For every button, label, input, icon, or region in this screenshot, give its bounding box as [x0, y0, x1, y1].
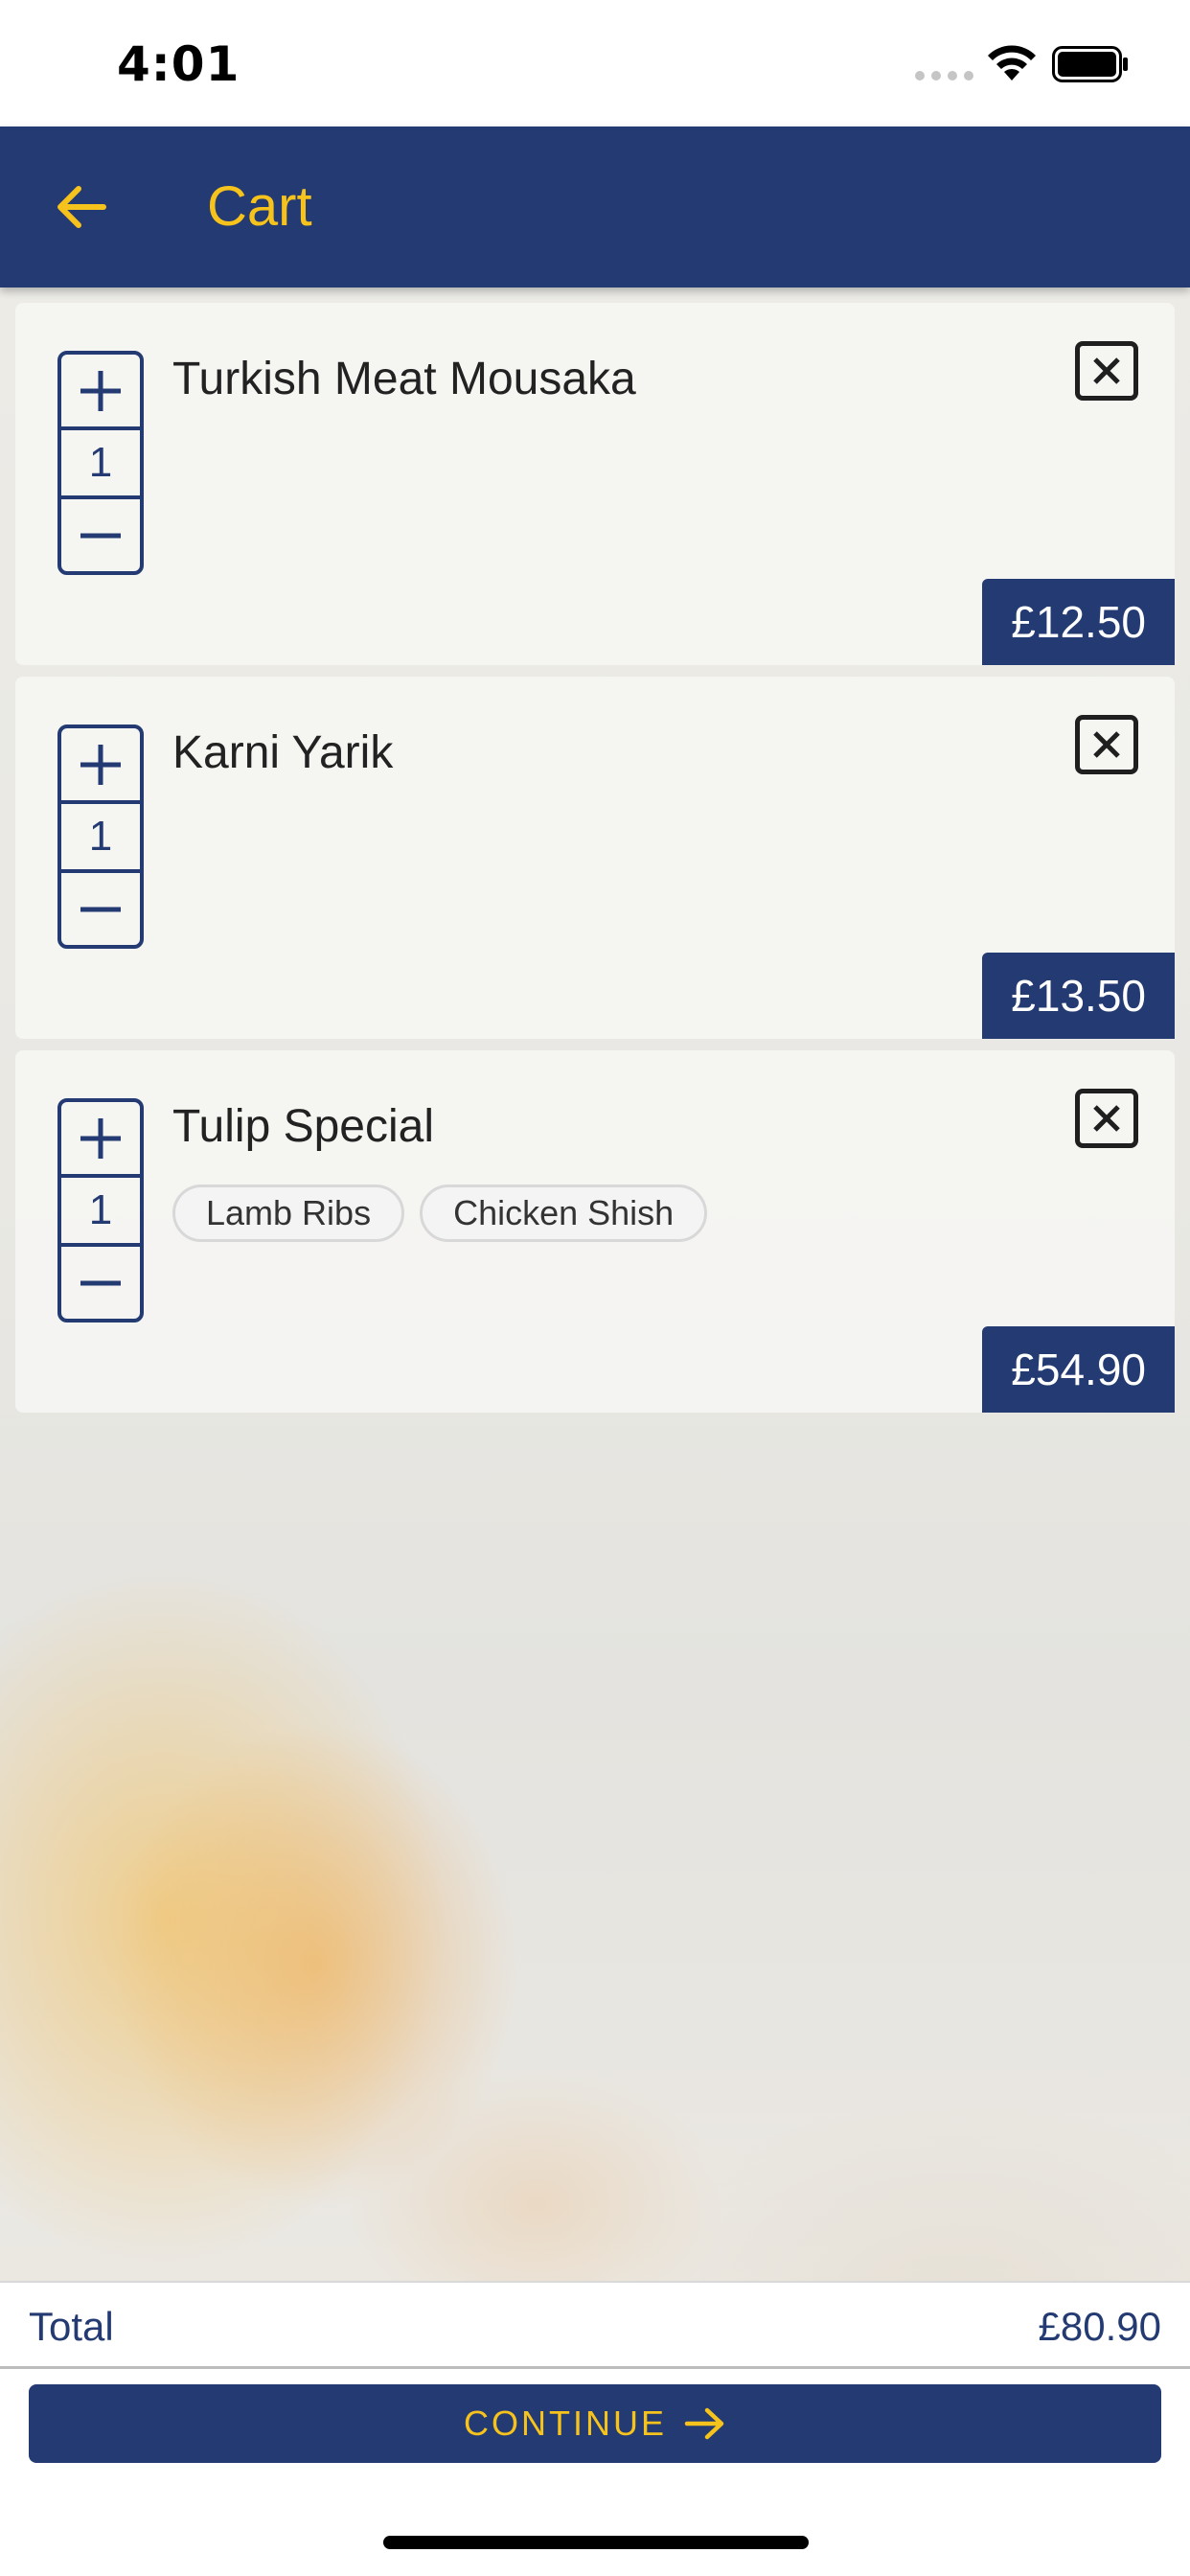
close-icon: [1093, 357, 1120, 384]
continue-button[interactable]: CONTINUE: [29, 2384, 1161, 2463]
cart-item: 1 Turkish Meat Mousaka £12.50: [15, 303, 1175, 665]
app-bar: Cart: [0, 126, 1190, 288]
quantity-stepper: 1: [57, 1098, 144, 1322]
decrease-quantity-button[interactable]: [61, 1247, 140, 1319]
quantity-value: 1: [61, 1174, 140, 1247]
minus-icon: [80, 533, 121, 538]
arrow-left-icon: [57, 186, 106, 228]
continue-label: CONTINUE: [464, 2404, 667, 2443]
item-name: Tulip Special: [172, 1101, 435, 1152]
item-options: Lamb Ribs Chicken Shish: [172, 1184, 708, 1242]
remove-item-button[interactable]: [1075, 715, 1138, 774]
quantity-value: 1: [61, 800, 140, 873]
status-time: 4:01: [117, 36, 240, 92]
item-name: Turkish Meat Mousaka: [172, 354, 636, 404]
close-icon: [1093, 1105, 1120, 1132]
home-indicator[interactable]: [383, 2536, 809, 2549]
quantity-value: 1: [61, 426, 140, 499]
increase-quantity-button[interactable]: [61, 1102, 140, 1174]
cart-item: 1 Karni Yarik £13.50: [15, 677, 1175, 1039]
close-icon: [1093, 731, 1120, 758]
page-title: Cart: [207, 175, 312, 238]
item-price: £54.90: [982, 1326, 1175, 1413]
remove-item-button[interactable]: [1075, 341, 1138, 401]
quantity-stepper: 1: [57, 724, 144, 949]
decrease-quantity-button[interactable]: [61, 873, 140, 945]
back-button[interactable]: [44, 169, 117, 245]
total-value: £80.90: [1038, 2304, 1161, 2349]
total-bar: Total £80.90: [0, 2281, 1190, 2369]
plus-icon: [80, 370, 121, 411]
minus-icon: [80, 907, 121, 911]
total-label: Total: [29, 2304, 114, 2349]
cellular-signal-icon: [915, 71, 973, 80]
option-tag[interactable]: Chicken Shish: [420, 1184, 708, 1242]
wifi-icon: [988, 45, 1036, 80]
decrease-quantity-button[interactable]: [61, 499, 140, 571]
cart-list[interactable]: 1 Turkish Meat Mousaka £12.50 1 Karni Ya…: [0, 288, 1190, 2281]
item-price: £12.50: [982, 579, 1175, 665]
arrow-right-icon: [684, 2407, 724, 2440]
battery-icon: [1052, 46, 1128, 82]
remove-item-button[interactable]: [1075, 1089, 1138, 1148]
item-price: £13.50: [982, 953, 1175, 1039]
plus-icon: [80, 744, 121, 785]
plus-icon: [80, 1117, 121, 1159]
increase-quantity-button[interactable]: [61, 728, 140, 800]
cart-item: 1 Tulip Special Lamb Ribs Chicken Shish …: [15, 1050, 1175, 1413]
option-tag[interactable]: Lamb Ribs: [172, 1184, 405, 1242]
status-bar: 4:01: [0, 0, 1190, 126]
increase-quantity-button[interactable]: [61, 355, 140, 426]
item-name: Karni Yarik: [172, 727, 394, 778]
minus-icon: [80, 1280, 121, 1285]
quantity-stepper: 1: [57, 351, 144, 575]
